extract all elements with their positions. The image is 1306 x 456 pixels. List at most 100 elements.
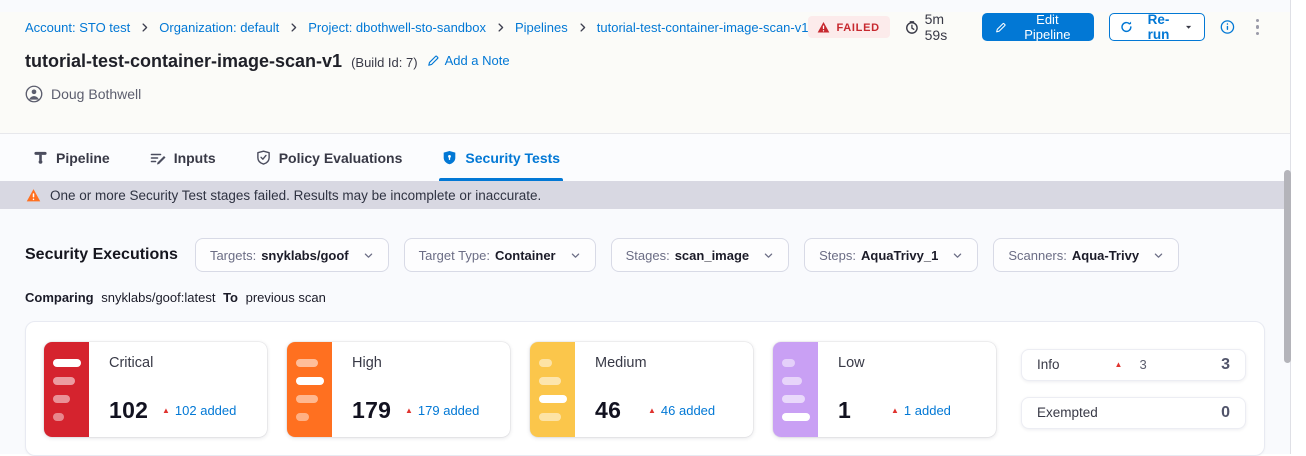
exempted-total: 0 [1221,404,1230,422]
chevron-down-icon [763,250,774,261]
severity-count: 102 [109,397,162,424]
filter-value: scan_image [675,248,749,263]
title-row: tutorial-test-container-image-scan-v1 (B… [25,51,1265,72]
breadcrumb-pipeline-link[interactable]: tutorial-test-container-image-scan-v1 [597,20,809,35]
secondary-counts-column: Info 3 3 Exempted 0 [1021,342,1246,435]
issue-summary-card: Critical 102 102 added High 179 [25,321,1265,456]
breadcrumb-pipelines-link[interactable]: Pipelines [515,20,568,35]
filter-label: Steps: [819,248,856,263]
inputs-icon [150,150,166,166]
comparing-prefix: Comparing [25,290,94,305]
chevron-down-icon [1153,250,1164,261]
comparing-to-label: To [223,290,238,305]
medium-severity-icon [530,342,575,437]
tab-label: Inputs [174,150,216,166]
warning-triangle-icon [26,188,41,203]
pipeline-icon [33,150,48,165]
filter-value: AquaTrivy_1 [861,248,938,263]
tab-security-tests[interactable]: Security Tests [442,134,560,181]
duration-text: 5m 59s [925,11,967,43]
more-options-menu-icon[interactable] [1250,15,1266,40]
filter-value: Container [495,248,556,263]
add-note-link[interactable]: Add a Note [427,53,510,68]
warning-triangle-icon [817,21,830,34]
info-count-card[interactable]: Info 3 3 [1021,349,1246,381]
delta-up-icon [1115,361,1123,369]
tab-label: Policy Evaluations [279,150,403,166]
status-text: FAILED [836,22,879,34]
clock-icon [905,20,919,35]
delta-up-icon [162,407,170,415]
app-window: Account: STO test Organization: default … [0,0,1291,454]
info-circle-icon[interactable] [1220,19,1235,35]
delta-up-icon [891,407,899,415]
severity-count: 46 [595,397,648,424]
status-badge: FAILED [808,16,889,38]
security-executions-row: Security Executions Targets: snyklabs/go… [25,238,1265,272]
caret-down-icon [1184,22,1193,32]
chevron-down-icon [570,250,581,261]
high-severity-card[interactable]: High 179 179 added [287,342,510,437]
low-severity-card[interactable]: Low 1 1 added [773,342,996,437]
comparing-line: Comparing snyklabs/goof:latest To previo… [25,290,1265,305]
filter-label: Targets: [210,248,256,263]
low-severity-icon [773,342,818,437]
pencil-icon [427,54,440,67]
delta-up-icon [648,407,656,415]
tab-label: Security Tests [465,150,560,166]
delta-text: 1 added [904,403,951,418]
chevron-down-icon [363,250,374,261]
critical-severity-icon [44,342,89,437]
warning-banner-text: One or more Security Test stages failed.… [50,188,541,203]
execution-header: Account: STO test Organization: default … [0,12,1290,134]
target-type-filter-dropdown[interactable]: Target Type: Container [404,238,596,272]
header-actions: FAILED 5m 59s Edit Pipeline Re-run [808,11,1265,43]
high-severity-icon [287,342,332,437]
duration: 5m 59s [905,11,967,43]
rerun-button[interactable]: Re-run [1109,13,1205,41]
breadcrumb-project-link[interactable]: Project: dbothwell-sto-sandbox [308,20,486,35]
comparing-target: snyklabs/goof:latest [101,290,215,305]
tab-policy-evaluations[interactable]: Policy Evaluations [256,134,403,181]
delta-text: 102 added [175,403,236,418]
tab-pipeline[interactable]: Pipeline [33,134,110,181]
severity-label: Critical [109,355,255,371]
rerun-icon [1120,20,1133,34]
filter-label: Scanners: [1008,248,1067,263]
filter-label: Stages: [626,248,670,263]
delta-text: 179 added [418,403,479,418]
scanners-filter-dropdown[interactable]: Scanners: Aqua-Trivy [993,238,1179,272]
author-row: Doug Bothwell [25,85,1265,103]
severity-delta: 46 added [648,403,715,418]
breadcrumb-account-link[interactable]: Account: STO test [25,20,130,35]
shield-check-icon [256,150,271,165]
vertical-scrollbar[interactable] [1284,170,1291,363]
delta-up-icon [405,407,413,415]
targets-filter-dropdown[interactable]: Targets: snyklabs/goof [195,238,389,272]
filter-value: Aqua-Trivy [1072,248,1139,263]
page-title: tutorial-test-container-image-scan-v1 [25,51,342,72]
delta-text: 46 added [661,403,715,418]
exempted-count-card[interactable]: Exempted 0 [1021,397,1246,429]
execution-tabs: Pipeline Inputs Policy Evaluations Secur… [0,134,1290,181]
critical-severity-card[interactable]: Critical 102 102 added [44,342,267,437]
rerun-label: Re-run [1139,12,1179,42]
edit-pipeline-button[interactable]: Edit Pipeline [982,13,1094,41]
info-label: Info [1037,357,1060,372]
avatar-icon [25,85,43,103]
severity-delta: 102 added [162,403,236,418]
security-shield-icon [442,150,457,165]
severity-delta: 1 added [891,403,951,418]
add-note-label: Add a Note [445,53,510,68]
chevron-down-icon [952,250,963,261]
steps-filter-dropdown[interactable]: Steps: AquaTrivy_1 [804,238,978,272]
severity-count: 179 [352,397,405,424]
warning-banner: One or more Security Test stages failed.… [0,181,1290,209]
breadcrumb-org-link[interactable]: Organization: default [159,20,279,35]
stages-filter-dropdown[interactable]: Stages: scan_image [611,238,790,272]
tab-label: Pipeline [56,150,110,166]
medium-severity-card[interactable]: Medium 46 46 added [530,342,753,437]
severity-label: High [352,355,498,371]
tab-inputs[interactable]: Inputs [150,134,216,181]
security-executions-heading: Security Executions [25,246,178,264]
